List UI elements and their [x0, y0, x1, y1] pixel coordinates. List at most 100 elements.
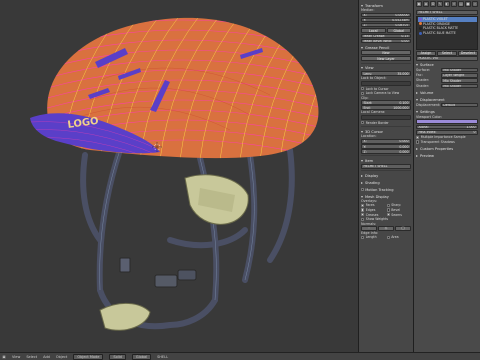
median-y-field[interactable]: Y: 0.05234m	[361, 17, 411, 23]
mode-select[interactable]: Object Mode	[73, 353, 104, 360]
creases-checkbox[interactable]: Creases	[361, 212, 386, 217]
material-dot-icon	[418, 22, 422, 26]
editor-type-icon[interactable]: ▣	[2, 355, 6, 359]
global-button[interactable]: Global	[386, 28, 411, 34]
median-x-field[interactable]: X: 0.00000	[361, 12, 411, 18]
fac-label: Fac:	[416, 73, 423, 78]
lens-field[interactable]: Lens: 35.000	[361, 71, 411, 76]
fac-select[interactable]: Layer Weight	[440, 73, 478, 78]
material-dot-icon	[418, 26, 422, 30]
normals-face-button[interactable]: □	[395, 225, 411, 231]
tab-material[interactable]: ●	[465, 1, 471, 7]
area-checkbox[interactable]: Area	[386, 235, 412, 240]
properties-tabs: ▣ ◈ ⚙ ✎ ◐ ☼ ▤ ● ◇	[416, 1, 478, 8]
3d-viewport[interactable]: LOGO	[0, 0, 358, 352]
material-dot-icon	[418, 17, 422, 21]
render-border-checkbox[interactable]: Render Border	[361, 120, 411, 125]
object-name-breadcrumb[interactable]: HELMET SHELL	[416, 10, 478, 15]
helmet-model: LOGO	[30, 17, 319, 331]
active-object-name: SHELL	[157, 354, 169, 359]
item-panel-header[interactable]: Item	[361, 158, 411, 163]
material-datablock-field[interactable]: PLASTIC VIO	[416, 56, 478, 61]
disclosure-triangle-icon	[416, 147, 418, 150]
select-button[interactable]: Select	[437, 50, 457, 56]
median-z-field[interactable]: Z: 0.08707	[361, 22, 411, 28]
cursor-x-field[interactable]: X: 0.000	[361, 139, 411, 144]
display-panel-header[interactable]: Display	[361, 173, 411, 178]
disclosure-triangle-icon	[416, 154, 418, 157]
viewport-color-label: Viewport Color:	[416, 114, 443, 119]
disclosure-triangle-icon	[361, 130, 363, 133]
cursor-y-field[interactable]: Y: 0.000	[361, 144, 411, 149]
material-slot[interactable]: PLASTIC BLUE MATTE	[418, 31, 477, 36]
location-label: Location:	[361, 134, 377, 139]
buckle	[154, 274, 178, 288]
length-checkbox[interactable]: Length	[361, 235, 386, 240]
cursor-z-field[interactable]: Z: 0.000	[361, 149, 411, 154]
item-name-field[interactable]: HELMET SHELL	[361, 164, 411, 169]
shading-panel-header[interactable]: Shading	[361, 180, 411, 185]
disclosure-triangle-icon	[361, 181, 363, 184]
disclosure-triangle-icon	[416, 91, 418, 94]
tab-object[interactable]: ✎	[437, 1, 443, 7]
viewport-color-swatch[interactable]	[416, 119, 478, 125]
displacement-label: Displacement:	[416, 102, 441, 107]
menu-view[interactable]: View	[12, 355, 20, 359]
tab-texture[interactable]: ▤	[458, 1, 464, 7]
custom-properties-header[interactable]: Custom Properties	[416, 146, 478, 151]
assign-button[interactable]: Assign	[416, 50, 436, 56]
preview-header[interactable]: Preview	[416, 153, 478, 158]
lock-object-field[interactable]	[361, 81, 411, 86]
properties-editor: ▣ ◈ ⚙ ✎ ◐ ☼ ▤ ● ◇ HELMET SHELL PLASTIC V…	[413, 0, 480, 352]
tab-render[interactable]: ▣	[416, 1, 422, 7]
tab-modifiers[interactable]: ◐	[444, 1, 450, 7]
disclosure-triangle-icon	[361, 159, 363, 162]
shader1-select[interactable]: Mix Shader	[440, 78, 478, 83]
material-slot-list[interactable]: PLASTIC VIOLET PLASTIC ORANGE PLASTIC BL…	[416, 15, 478, 50]
mean-crease-field[interactable]: Mean Crease: 0.15	[361, 33, 411, 39]
mean-bevel-field[interactable]: Mean Bevel Weig: 0.00	[361, 38, 411, 44]
tab-world[interactable]: ⚙	[430, 1, 436, 7]
disclosure-triangle-icon	[416, 111, 418, 114]
local-camera-label: Local Camera:	[361, 110, 386, 115]
disclosure-triangle-icon	[361, 195, 363, 198]
local-button[interactable]: Local	[361, 28, 386, 34]
alpha-field[interactable]: Alpha: 1.000	[416, 124, 478, 130]
material-dot-icon	[418, 31, 422, 35]
transparent-shadows-checkbox[interactable]: Transparent Shadows	[416, 140, 478, 145]
menu-add[interactable]: Add	[43, 355, 50, 359]
local-camera-field[interactable]	[361, 115, 411, 120]
disclosure-triangle-icon	[416, 64, 418, 67]
disclosure-triangle-icon	[416, 98, 418, 101]
tab-data[interactable]: ☼	[451, 1, 457, 7]
median-label: Median:	[361, 8, 375, 12]
deselect-button[interactable]: Deselect	[458, 50, 478, 56]
motion-tracking-header[interactable]: Motion Tracking	[361, 187, 411, 192]
properties-shelf: Transform Median: X: 0.00000 Y: 0.05234m Z…	[358, 0, 413, 352]
new-grease-button[interactable]: New	[361, 50, 411, 56]
tab-physics[interactable]: ◇	[472, 1, 478, 7]
pass-index-field[interactable]: Pass Index: 0	[416, 130, 478, 135]
shader2-select[interactable]: Mix Shader	[440, 83, 478, 88]
disclosure-triangle-icon	[361, 67, 363, 70]
clip-end-field[interactable]: End: 1000.000	[361, 105, 411, 110]
shading-select[interactable]: Solid	[109, 353, 126, 360]
normals-loop-button[interactable]: ◇	[378, 225, 394, 231]
menu-select[interactable]: Select	[26, 355, 37, 359]
clip-label: Clip:	[361, 95, 369, 100]
clip-start-field[interactable]: Start: 0.100	[361, 100, 411, 105]
surface-label: Surface:	[416, 68, 431, 73]
pivot-select[interactable]: Global	[131, 353, 152, 360]
seams-checkbox[interactable]: Seams	[386, 212, 412, 217]
shader2-label: Shader:	[416, 83, 430, 88]
surface-shader-select[interactable]: Mix Shader	[440, 67, 478, 73]
tab-scene[interactable]: ◈	[423, 1, 429, 7]
disclosure-triangle-icon	[361, 4, 363, 7]
disclosure-triangle-icon	[361, 174, 363, 177]
displacement-select[interactable]: Default	[440, 102, 478, 108]
new-layer-button[interactable]: New Layer	[361, 56, 411, 62]
harness-straps	[80, 147, 295, 330]
view-panel-header[interactable]: View	[361, 66, 411, 71]
volume-panel-header[interactable]: Volume	[416, 90, 478, 95]
menu-object[interactable]: Object	[56, 355, 67, 359]
